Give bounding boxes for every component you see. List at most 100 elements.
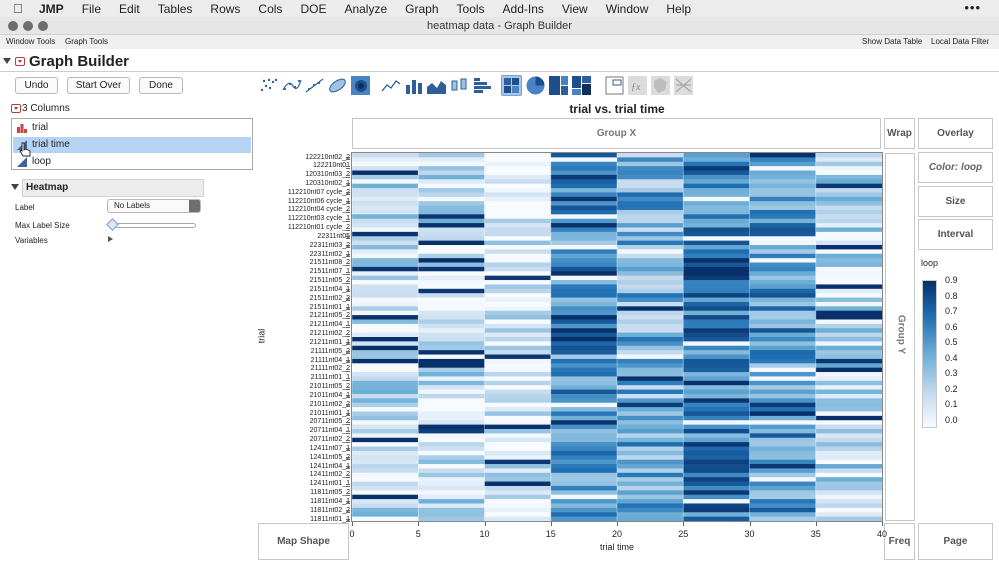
heatmap-cell bbox=[418, 297, 485, 303]
interval-zone[interactable]: Interval bbox=[918, 219, 993, 250]
heatmap-icon[interactable] bbox=[501, 75, 522, 96]
menu-help[interactable]: Help bbox=[657, 2, 700, 16]
legend-tick-label: 0.2 bbox=[945, 383, 958, 394]
start-over-button[interactable]: Start Over bbox=[67, 77, 130, 94]
column-item-loop[interactable]: loop bbox=[13, 154, 251, 170]
legend-tick-label: 0.7 bbox=[945, 306, 958, 317]
treemap-icon[interactable] bbox=[548, 75, 569, 96]
heatmap-cell bbox=[683, 253, 750, 259]
page-zone[interactable]: Page bbox=[918, 523, 993, 560]
heatmap-cell bbox=[749, 337, 816, 342]
red-triangle-menu-icon[interactable] bbox=[15, 57, 25, 66]
heatmap-cell bbox=[484, 433, 551, 439]
y-tick-label: 21111nt02_2 bbox=[310, 365, 350, 373]
heatmap-cell bbox=[617, 301, 684, 307]
x-tick-mark bbox=[352, 522, 353, 526]
bar-icon[interactable] bbox=[403, 75, 424, 96]
pie-icon[interactable] bbox=[525, 75, 546, 96]
y-tick-mark bbox=[346, 448, 350, 450]
local-data-filter-link[interactable]: Local Data Filter bbox=[931, 37, 989, 46]
menu-view[interactable]: View bbox=[553, 2, 597, 16]
mosaic-icon[interactable] bbox=[571, 75, 592, 96]
line-icon[interactable] bbox=[380, 75, 401, 96]
heatmap-cell bbox=[484, 354, 551, 360]
heatmap-cell bbox=[418, 266, 485, 272]
heatmap-cell bbox=[815, 350, 882, 356]
heatmap-cell bbox=[550, 455, 617, 461]
heatmap-element-panel[interactable]: Heatmap bbox=[22, 179, 204, 197]
column-item-trial[interactable]: trial bbox=[13, 120, 251, 136]
heatmap-cell bbox=[418, 372, 485, 377]
heatmap-cell bbox=[484, 262, 551, 268]
group-y-zone[interactable]: Group Y bbox=[885, 153, 915, 521]
heatmap-plot[interactable] bbox=[352, 153, 882, 521]
size-zone[interactable]: Size bbox=[918, 186, 993, 217]
contour-icon[interactable] bbox=[350, 75, 371, 96]
menu-graph[interactable]: Graph bbox=[396, 2, 447, 16]
heatmap-cell bbox=[683, 188, 750, 193]
heatmap-cell bbox=[352, 231, 419, 237]
slider-thumb[interactable] bbox=[106, 218, 119, 231]
menu-rows[interactable]: Rows bbox=[201, 2, 249, 16]
points-icon[interactable] bbox=[258, 75, 279, 96]
overlay-zone[interactable]: Overlay bbox=[918, 118, 993, 149]
area-icon[interactable] bbox=[426, 75, 447, 96]
map-shape-zone[interactable]: Map Shape bbox=[258, 523, 349, 560]
histogram-icon[interactable] bbox=[472, 75, 493, 96]
parallel-icon[interactable] bbox=[673, 75, 694, 96]
menu-cols[interactable]: Cols bbox=[249, 2, 291, 16]
menu-window[interactable]: Window bbox=[597, 2, 658, 16]
heatmap-cell bbox=[815, 459, 882, 465]
caption-box-icon[interactable] bbox=[604, 75, 625, 96]
wrap-zone[interactable]: Wrap bbox=[884, 118, 915, 149]
columns-menu-icon[interactable] bbox=[11, 104, 21, 113]
formula-icon[interactable]: ƒx bbox=[627, 75, 648, 96]
done-button[interactable]: Done bbox=[139, 77, 183, 94]
color-zone[interactable]: Color: loop bbox=[918, 152, 993, 183]
menu-edit[interactable]: Edit bbox=[110, 2, 149, 16]
heatmap-cell bbox=[815, 429, 882, 434]
heatmap-cell bbox=[418, 214, 485, 220]
heatmap-cell bbox=[550, 236, 617, 242]
heatmap-cell bbox=[484, 319, 551, 325]
menu-add-ins[interactable]: Add-Ins bbox=[494, 2, 553, 16]
menu-tables[interactable]: Tables bbox=[149, 2, 202, 16]
heatmap-cell bbox=[749, 358, 816, 364]
more-icon[interactable]: ••• bbox=[964, 0, 981, 15]
heatmap-cell bbox=[550, 231, 617, 237]
ellipse-icon[interactable] bbox=[327, 75, 348, 96]
y-tick-mark bbox=[346, 494, 350, 496]
menu-analyze[interactable]: Analyze bbox=[335, 2, 396, 16]
menu-tools[interactable]: Tools bbox=[448, 2, 494, 16]
graph-tools-link[interactable]: Graph Tools bbox=[65, 37, 108, 46]
variables-expand-icon[interactable] bbox=[108, 236, 113, 242]
menu-app-jmp[interactable]: JMP bbox=[36, 2, 73, 16]
x-axis-title[interactable]: trial time bbox=[352, 542, 882, 552]
heatmap-cell bbox=[418, 398, 485, 404]
map-shape-icon[interactable] bbox=[650, 75, 671, 96]
heatmap-disclosure-icon[interactable] bbox=[11, 184, 19, 190]
apple-icon[interactable]:  bbox=[0, 1, 36, 16]
group-x-zone[interactable]: Group X bbox=[352, 118, 881, 149]
show-data-table-link[interactable]: Show Data Table bbox=[862, 37, 922, 46]
max-label-size-slider[interactable] bbox=[111, 223, 196, 228]
y-tick-mark bbox=[346, 262, 350, 264]
label-select[interactable]: No Labels bbox=[107, 199, 201, 213]
column-item-trial-time[interactable]: trial time bbox=[13, 137, 251, 153]
y-axis-title[interactable]: trial bbox=[256, 329, 266, 344]
smoother-icon[interactable] bbox=[281, 75, 302, 96]
box-plot-icon[interactable] bbox=[449, 75, 470, 96]
heatmap-cell bbox=[418, 402, 485, 408]
heatmap-cell bbox=[749, 253, 816, 259]
heatmap-cell bbox=[749, 262, 816, 268]
heatmap-cell bbox=[550, 179, 617, 185]
heatmap-cell bbox=[418, 411, 485, 417]
menu-file[interactable]: File bbox=[73, 2, 110, 16]
undo-button[interactable]: Undo bbox=[15, 77, 58, 94]
disclosure-triangle-icon[interactable] bbox=[3, 58, 11, 64]
menu-doe[interactable]: DOE bbox=[291, 2, 335, 16]
line-of-fit-icon[interactable] bbox=[304, 75, 325, 96]
window-tools-link[interactable]: Window Tools bbox=[6, 37, 55, 46]
heatmap-cell bbox=[749, 393, 816, 399]
heatmap-cell bbox=[617, 385, 684, 391]
